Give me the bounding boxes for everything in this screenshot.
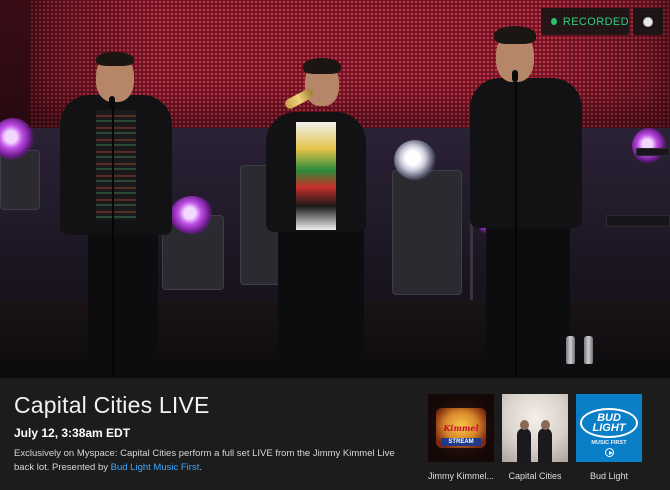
circle-icon <box>643 16 653 27</box>
video-info-panel: Capital Cities LIVE July 12, 3:38am EDT … <box>0 378 670 490</box>
keyboard-stand <box>636 148 670 156</box>
description-text: Exclusively on Myspace: Capital Cities p… <box>14 448 395 473</box>
keyboard <box>606 215 670 227</box>
related-caption[interactable]: Jimmy Kimmel... <box>428 471 494 481</box>
kimmel-logo-text: Kimmel <box>443 423 479 433</box>
water-bottle <box>566 336 575 364</box>
water-bottle <box>584 336 593 364</box>
description-end: . <box>199 462 202 473</box>
player-toggle-button[interactable] <box>633 8 663 35</box>
stage-light <box>170 196 214 234</box>
bud-logo-line1: BUD <box>597 411 621 424</box>
band-member-head <box>541 420 550 430</box>
related-item-capital-cities[interactable]: Capital Cities <box>502 394 568 481</box>
bud-light-logo: BUD LIGHT <box>580 408 638 438</box>
video-title: Capital Cities LIVE <box>14 392 210 418</box>
bud-light-thumbnail[interactable]: BUD LIGHT MUSIC FIRST <box>576 394 642 462</box>
capital-cities-thumbnail[interactable] <box>502 394 568 462</box>
recorded-dot-icon <box>551 18 557 25</box>
bud-logo-sub: MUSIC FIRST <box>591 440 627 446</box>
band-member-figure <box>538 428 552 462</box>
related-item-bud-light[interactable]: BUD LIGHT MUSIC FIRST Bud Light <box>576 394 642 481</box>
stage-light <box>394 140 436 180</box>
recorded-badge: RECORDED <box>541 8 629 35</box>
sponsor-link[interactable]: Bud Light Music First <box>111 462 200 473</box>
related-videos: Kimmel STREAM Jimmy Kimmel... Capital Ci… <box>428 394 642 481</box>
stream-badge: STREAM <box>441 438 481 446</box>
band-member-head <box>520 420 529 430</box>
video-description: Exclusively on Myspace: Capital Cities p… <box>14 447 396 475</box>
video-player[interactable]: RECORDED <box>0 0 670 378</box>
play-icon <box>605 448 614 457</box>
related-caption[interactable]: Capital Cities <box>508 471 561 481</box>
recorded-label: RECORDED <box>562 15 629 28</box>
jimmy-kimmel-thumbnail[interactable]: Kimmel STREAM <box>428 394 494 462</box>
band-member-figure <box>517 428 531 462</box>
related-caption[interactable]: Bud Light <box>590 471 628 481</box>
video-date: July 12, 3:38am EDT <box>14 426 131 440</box>
related-item-jimmy-kimmel[interactable]: Kimmel STREAM Jimmy Kimmel... <box>428 394 494 481</box>
light-fixture <box>392 170 462 295</box>
stage-light <box>632 128 666 164</box>
bud-logo-line2: LIGHT <box>592 421 626 434</box>
